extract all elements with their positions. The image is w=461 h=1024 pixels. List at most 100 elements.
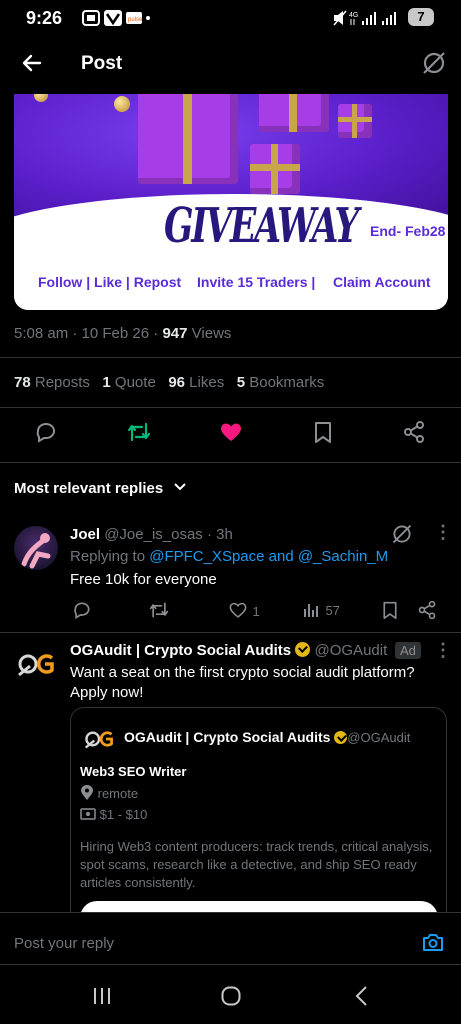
- reply-views-button[interactable]: 57: [303, 600, 340, 620]
- card-logo: [83, 728, 115, 750]
- reply-time: 3h: [216, 526, 233, 543]
- og-logo-icon: [18, 654, 54, 677]
- repost-button[interactable]: [126, 420, 152, 444]
- gift-box: [259, 94, 329, 132]
- chevron-down-icon: [174, 483, 187, 491]
- reply-share-button[interactable]: [417, 600, 437, 620]
- system-nav-bar: [0, 966, 461, 1024]
- grok-icon: [392, 524, 412, 544]
- views-label: Views: [191, 325, 232, 342]
- reply-icon: [36, 423, 55, 443]
- gift-box: [250, 144, 300, 194]
- verified-badge-icon: [295, 642, 311, 657]
- share-button[interactable]: [402, 420, 426, 444]
- action-bar: [0, 420, 461, 448]
- reposts-stat[interactable]: 78 Reposts: [14, 374, 90, 391]
- reply-reply-button[interactable]: [72, 600, 92, 620]
- location-pin-icon: [81, 785, 93, 800]
- reply-actions: 1 57: [70, 600, 450, 622]
- share-icon: [404, 421, 424, 443]
- views-count: 947: [162, 325, 188, 342]
- bookmark-icon: [315, 422, 331, 443]
- recents-button[interactable]: [93, 987, 111, 1005]
- status-time: 9:26: [26, 8, 63, 28]
- og-logo-icon: [84, 731, 113, 749]
- status-bar: 9:26 pulse 4G 7: [0, 0, 461, 36]
- reply-text: Free 10k for everyone: [70, 571, 217, 588]
- ad-card[interactable]: OGAudit | Crypto Social Audits @OGAudit …: [70, 707, 447, 937]
- reply-input[interactable]: Post your reply: [14, 935, 114, 952]
- ad-badge: Ad: [395, 642, 421, 659]
- post-image-giveaway[interactable]: GIVEAWAY End- Feb28 Follow | Like | Repo…: [14, 94, 448, 310]
- replies-sort-button[interactable]: Most relevant replies: [14, 480, 187, 497]
- avatar[interactable]: [14, 526, 58, 570]
- reply-author-name[interactable]: Joel: [70, 526, 100, 543]
- grok-icon: [423, 52, 445, 74]
- reply-button[interactable]: [34, 420, 58, 444]
- card-author-handle: @OGAudit: [347, 730, 411, 745]
- banner-link-follow: Follow | Like | Repost: [38, 274, 182, 290]
- verified-badge-icon: [334, 731, 348, 744]
- notification-icons: pulse: [82, 9, 152, 27]
- ad-header: OGAudit | Crypto Social Audits @OGAudit: [70, 642, 387, 659]
- reply-author-handle[interactable]: @Joe_is_osas: [104, 526, 203, 543]
- bookmarks-stat[interactable]: 5 Bookmarks: [237, 374, 325, 391]
- reply-composer[interactable]: Post your reply: [0, 912, 461, 966]
- reply-repost-button[interactable]: [148, 600, 170, 620]
- likes-stat[interactable]: 96 Likes: [168, 374, 224, 391]
- system-back-icon: [355, 986, 367, 1006]
- job-location: remote: [80, 785, 138, 801]
- camera-icon: [423, 934, 443, 951]
- like-icon: [229, 602, 247, 618]
- replying-to-links[interactable]: @FPFC_XSpace and @_Sachin_M: [149, 548, 388, 565]
- quotes-stat[interactable]: 1 Quote: [102, 374, 155, 391]
- job-title: Web3 SEO Writer: [80, 764, 187, 779]
- end-date: End- Feb28: [370, 223, 446, 239]
- job-description: Hiring Web3 content producers: track tre…: [80, 839, 433, 890]
- reply-view-count: 57: [325, 603, 340, 618]
- money-icon: [80, 808, 96, 820]
- giveaway-headline: GIVEAWAY: [164, 198, 359, 254]
- svg-text:pulse: pulse: [128, 17, 143, 23]
- camera-button[interactable]: [422, 932, 444, 952]
- reply-like-button[interactable]: 1: [228, 600, 260, 621]
- page-title: Post: [81, 53, 123, 74]
- reply-item[interactable]: Joel @Joe_is_osas · 3h ⋮ Replying to @FP…: [0, 520, 461, 630]
- bookmark-button[interactable]: [312, 420, 334, 444]
- back-button[interactable]: [20, 51, 44, 75]
- system-back-button[interactable]: [354, 986, 368, 1006]
- post-timestamp: 5:08 am · 10 Feb 26 · 947 Views: [14, 325, 232, 342]
- reply-more-button[interactable]: ⋮: [434, 522, 452, 543]
- reply-icon: [74, 602, 90, 619]
- repost-icon: [149, 602, 169, 618]
- banner-link-claim: Claim Account: [333, 274, 431, 290]
- reply-like-count: 1: [252, 604, 260, 619]
- like-icon: [221, 423, 241, 441]
- reply-grok-button[interactable]: [391, 523, 413, 545]
- avatar-figure: [21, 533, 51, 569]
- og-logo[interactable]: [16, 650, 56, 678]
- ad-author-name[interactable]: OGAudit | Crypto Social Audits: [70, 642, 291, 659]
- share-icon: [418, 600, 436, 620]
- like-button[interactable]: [218, 420, 244, 444]
- reply-bookmark-button[interactable]: [381, 600, 399, 620]
- home-button[interactable]: [221, 986, 241, 1006]
- replying-to: Replying to @FPFC_XSpace and @_Sachin_M: [70, 548, 388, 565]
- post-stats: 78 Reposts 1 Quote 96 Likes 5 Bookmarks: [14, 374, 324, 391]
- battery-indicator: 7: [408, 8, 434, 26]
- ad-text: Want a seat on the first crypto social a…: [70, 664, 415, 701]
- post-time: 5:08 am: [14, 325, 69, 342]
- ornament: [114, 96, 130, 112]
- signal-icons: 4G: [332, 9, 402, 27]
- grok-button[interactable]: [421, 50, 447, 76]
- replies-sort-label: Most relevant replies: [14, 480, 164, 497]
- gift-box: [338, 104, 372, 138]
- ad-more-button[interactable]: ⋮: [434, 640, 452, 661]
- home-icon: [221, 986, 241, 1006]
- back-arrow-icon: [22, 54, 42, 72]
- job-pay: $1 - $10: [80, 807, 147, 822]
- ad-author-handle[interactable]: @OGAudit: [315, 642, 388, 659]
- gift-box: [138, 94, 238, 184]
- banner-link-invite: Invite 15 Traders |: [197, 274, 316, 290]
- recents-icon: [94, 988, 110, 1004]
